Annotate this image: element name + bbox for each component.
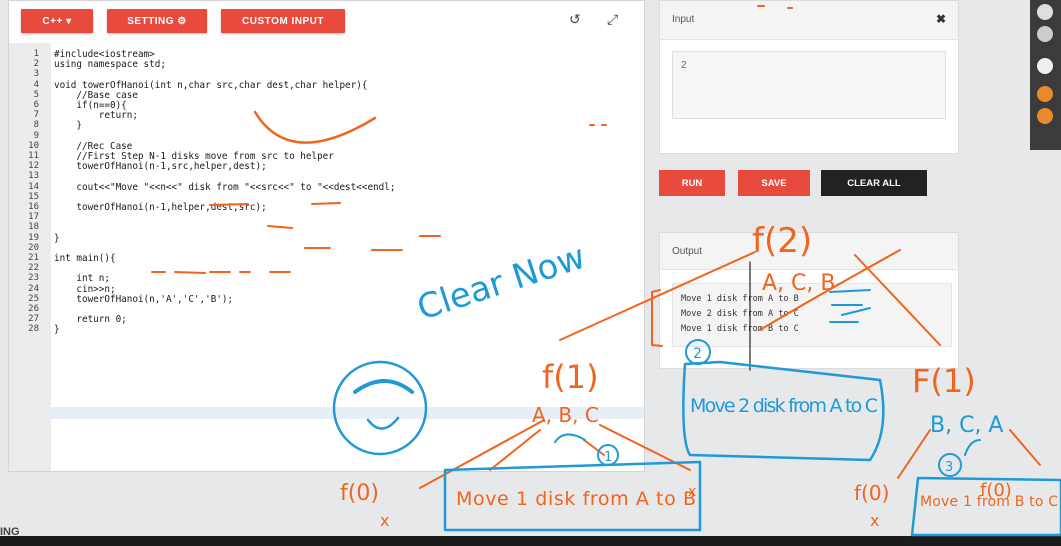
input-textarea[interactable]: 2 — [672, 51, 946, 119]
line-number: 19 — [28, 232, 39, 243]
code-line: } — [54, 120, 82, 132]
line-number: 12 — [28, 161, 39, 172]
line-number: 27 — [28, 314, 39, 325]
extension-icon[interactable] — [1037, 26, 1053, 42]
editor-toolbar: C++ ▾ SETTING ⚙ CUSTOM INPUT ↺ ⤢ — [9, 1, 644, 41]
close-icon[interactable]: ✖ — [936, 12, 946, 26]
output-line: Move 1 disk from A to B — [681, 294, 799, 304]
move1-note: Move 1 disk from A to B — [456, 488, 696, 510]
input-value: 2 — [681, 60, 687, 71]
line-number: 6 — [33, 100, 39, 110]
run-button[interactable]: RUN — [659, 170, 725, 196]
code-area[interactable]: 1 2 3 4 5 6 7 8 9 10 11 12 13 14 15 16 17 18 19 20 21 22 23 24 2… — [9, 43, 644, 471]
code-line: towerOfHanoi(n,'A','C','B'); — [54, 293, 234, 305]
number-label: 3 — [945, 460, 953, 475]
clock-icon[interactable] — [1037, 108, 1053, 124]
move3-note: Move 1 from B to C — [920, 494, 1058, 510]
active-line-highlight — [51, 407, 644, 419]
output-panel: Output Move 1 disk from A to B Move 2 di… — [659, 232, 959, 369]
line-number: 5 — [33, 89, 39, 100]
blue-box — [910, 476, 1061, 537]
code-line: int main(){ — [54, 253, 116, 264]
blue-box — [443, 460, 702, 532]
input-panel-header: Input ✖ — [660, 1, 958, 40]
line-number-gutter: 1 2 3 4 5 6 7 8 9 10 11 12 13 14 15 16 17 18 19 20 21 22 23 24 2… — [9, 43, 51, 471]
extension-icon[interactable] — [1037, 4, 1053, 20]
expand-icon[interactable]: ⤢ — [607, 11, 618, 28]
line-number: 4 — [33, 79, 39, 90]
line-number: 26 — [28, 304, 39, 314]
line-number: 18 — [28, 222, 39, 233]
line-number: 7 — [33, 110, 39, 121]
line-number: 16 — [28, 202, 39, 212]
line-number: 23 — [28, 273, 39, 284]
line-number: 25 — [28, 293, 39, 304]
f0-label: f(0) — [340, 481, 379, 506]
line-number: 10 — [28, 140, 39, 151]
line-number: 17 — [28, 212, 39, 223]
line-number: 24 — [28, 283, 39, 294]
line-number: 3 — [33, 69, 39, 80]
input-panel: Input ✖ 2 — [659, 0, 959, 154]
f0-label: f(0) — [854, 481, 889, 505]
line-number: 21 — [28, 253, 39, 263]
custom-input-button[interactable]: CUSTOM INPUT — [221, 9, 345, 33]
tree-edge — [897, 429, 931, 479]
code-line: return 0; — [54, 314, 127, 326]
line-number: 15 — [28, 191, 39, 202]
clear-all-button[interactable]: CLEAR ALL — [821, 170, 927, 196]
code-line: towerOfHanoi(n-1,src,helper,dest); — [54, 161, 267, 173]
line-number: 11 — [28, 151, 39, 161]
move2-note: Move 2 disk from A to C — [690, 395, 878, 417]
line-number: 9 — [33, 130, 39, 141]
code-line: cout<<"Move "<<n<<" disk from "<<src<<" … — [54, 181, 396, 193]
line-number: 22 — [28, 263, 39, 274]
output-line: Move 1 disk from B to C — [681, 324, 799, 334]
setting-button[interactable]: SETTING ⚙ — [107, 9, 207, 33]
output-line: Move 2 disk from A to C — [681, 309, 799, 319]
pen-icon[interactable] — [1037, 58, 1053, 74]
output-panel-title: Output — [672, 246, 703, 257]
output-panel-header: Output — [660, 233, 958, 270]
tree-edge — [1009, 429, 1041, 466]
x-mark: x — [688, 484, 696, 500]
taskbar — [0, 536, 1061, 546]
line-number: 2 — [33, 59, 39, 70]
code-line: } — [54, 232, 60, 244]
language-select-button[interactable]: C++ ▾ — [21, 9, 93, 33]
line-number: 8 — [33, 120, 39, 131]
x-mark: x — [380, 511, 389, 530]
line-number: 14 — [28, 181, 39, 192]
x-mark: x — [870, 511, 879, 530]
code-line: using namespace std; — [54, 59, 166, 71]
line-number: 28 — [28, 324, 39, 335]
f1-right-args: B, C, A — [930, 413, 1003, 438]
input-panel-title: Input — [672, 14, 695, 25]
extension-sidebar — [1030, 0, 1061, 150]
number-circle — [938, 453, 962, 477]
line-number: 13 — [28, 171, 39, 182]
blue-box — [682, 360, 885, 462]
reload-icon[interactable]: ↺ — [569, 11, 581, 28]
code-line: } — [54, 324, 60, 336]
f0-label: f(0) — [980, 480, 1012, 501]
line-number: 1 — [33, 49, 39, 59]
code-line: towerOfHanoi(n-1,helper,dest,src); — [54, 202, 267, 213]
code-editor-panel: C++ ▾ SETTING ⚙ CUSTOM INPUT ↺ ⤢ 1234567… — [8, 0, 645, 472]
hand-icon[interactable] — [1037, 86, 1053, 102]
save-button[interactable]: SAVE — [738, 170, 810, 196]
output-box: Move 1 disk from A to B Move 2 disk from… — [672, 283, 952, 347]
line-number: 20 — [28, 242, 39, 253]
